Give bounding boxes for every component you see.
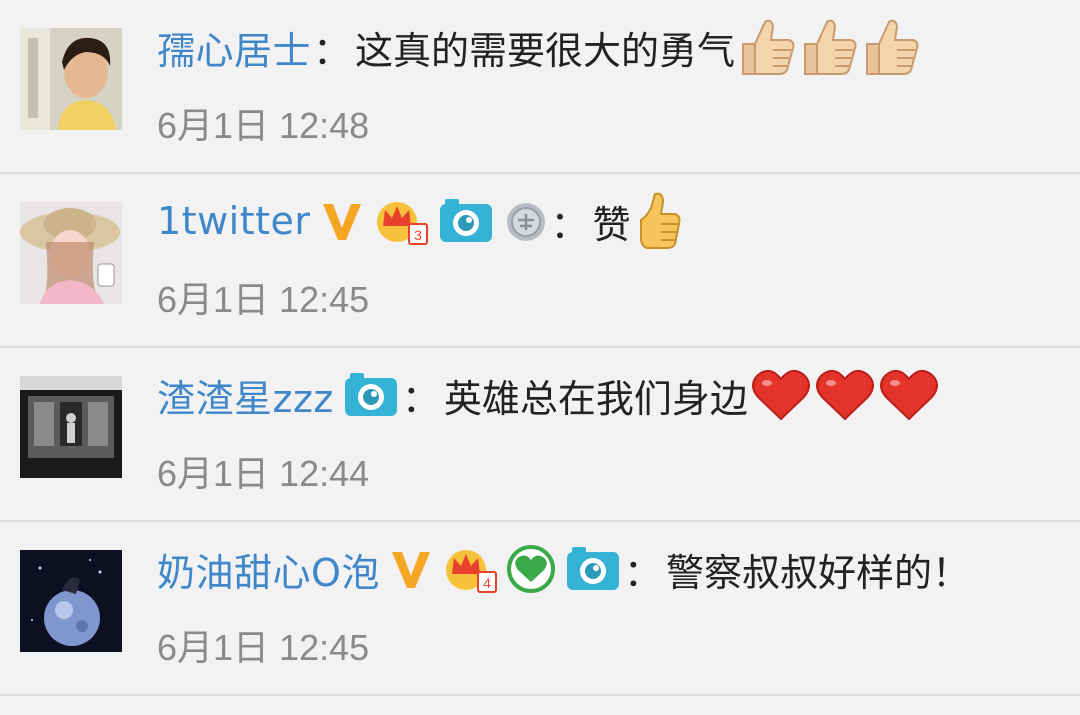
comment-item: 孺心居士 ： 这真的需要很大的勇气 6月1日 12:48 — [0, 0, 1080, 174]
comment-text: 赞 — [592, 202, 631, 247]
username[interactable]: 渣渣星zzz — [157, 368, 334, 423]
comment-text: 英雄总在我们身边 — [443, 376, 748, 421]
medal-icon — [503, 198, 549, 244]
heart-icon — [878, 367, 940, 423]
verified-v-icon — [388, 546, 434, 592]
avatar[interactable] — [20, 376, 122, 478]
timestamp: 6月1日 12:44 — [157, 453, 370, 494]
camera-icon — [342, 370, 400, 420]
colon-separator: ： — [550, 202, 589, 247]
thumbs-up-icon — [861, 16, 921, 78]
vip-level: 3 — [414, 227, 422, 243]
vip-crown-icon: 3 — [373, 196, 429, 246]
verified-v-icon — [319, 198, 365, 244]
timestamp: 6月1日 12:48 — [157, 105, 370, 146]
camera-icon — [437, 196, 495, 246]
colon-separator: ： — [401, 376, 440, 421]
comment-item: 渣渣星zzz ： 英雄总在我们身边 6月1日 12:44 — [0, 348, 1080, 522]
heart-icon — [814, 367, 876, 423]
camera-icon — [564, 544, 622, 594]
comment-item: 1twitter 3 ： 赞 6月1日 12:45 — [0, 174, 1080, 348]
thumbs-up-icon — [737, 16, 797, 78]
comment-text: 这真的需要很大的勇气 — [355, 28, 736, 73]
timestamp: 6月1日 12:45 — [157, 279, 370, 320]
avatar[interactable] — [20, 28, 122, 130]
heart-icon — [750, 367, 812, 423]
thumbs-up-icon — [799, 16, 859, 78]
comment-item: 奶油甜心O泡 4 ： 警察叔叔好样的！ 6月1日 12:45 — [0, 522, 1080, 696]
avatar[interactable] — [20, 202, 122, 304]
avatar[interactable] — [20, 550, 122, 652]
username[interactable]: 孺心居士 — [157, 20, 311, 75]
vip-level: 4 — [483, 575, 491, 591]
username[interactable]: 1twitter — [157, 199, 311, 243]
thumbs-up-icon — [633, 190, 683, 252]
vip-crown-icon: 4 — [442, 544, 498, 594]
colon-separator: ： — [313, 28, 352, 73]
colon-separator: ： — [623, 550, 662, 595]
timestamp: 6月1日 12:45 — [157, 627, 370, 668]
green-heart-icon — [506, 544, 556, 594]
comment-text: 警察叔叔好样的！ — [665, 550, 970, 595]
username[interactable]: 奶油甜心O泡 — [157, 542, 380, 597]
